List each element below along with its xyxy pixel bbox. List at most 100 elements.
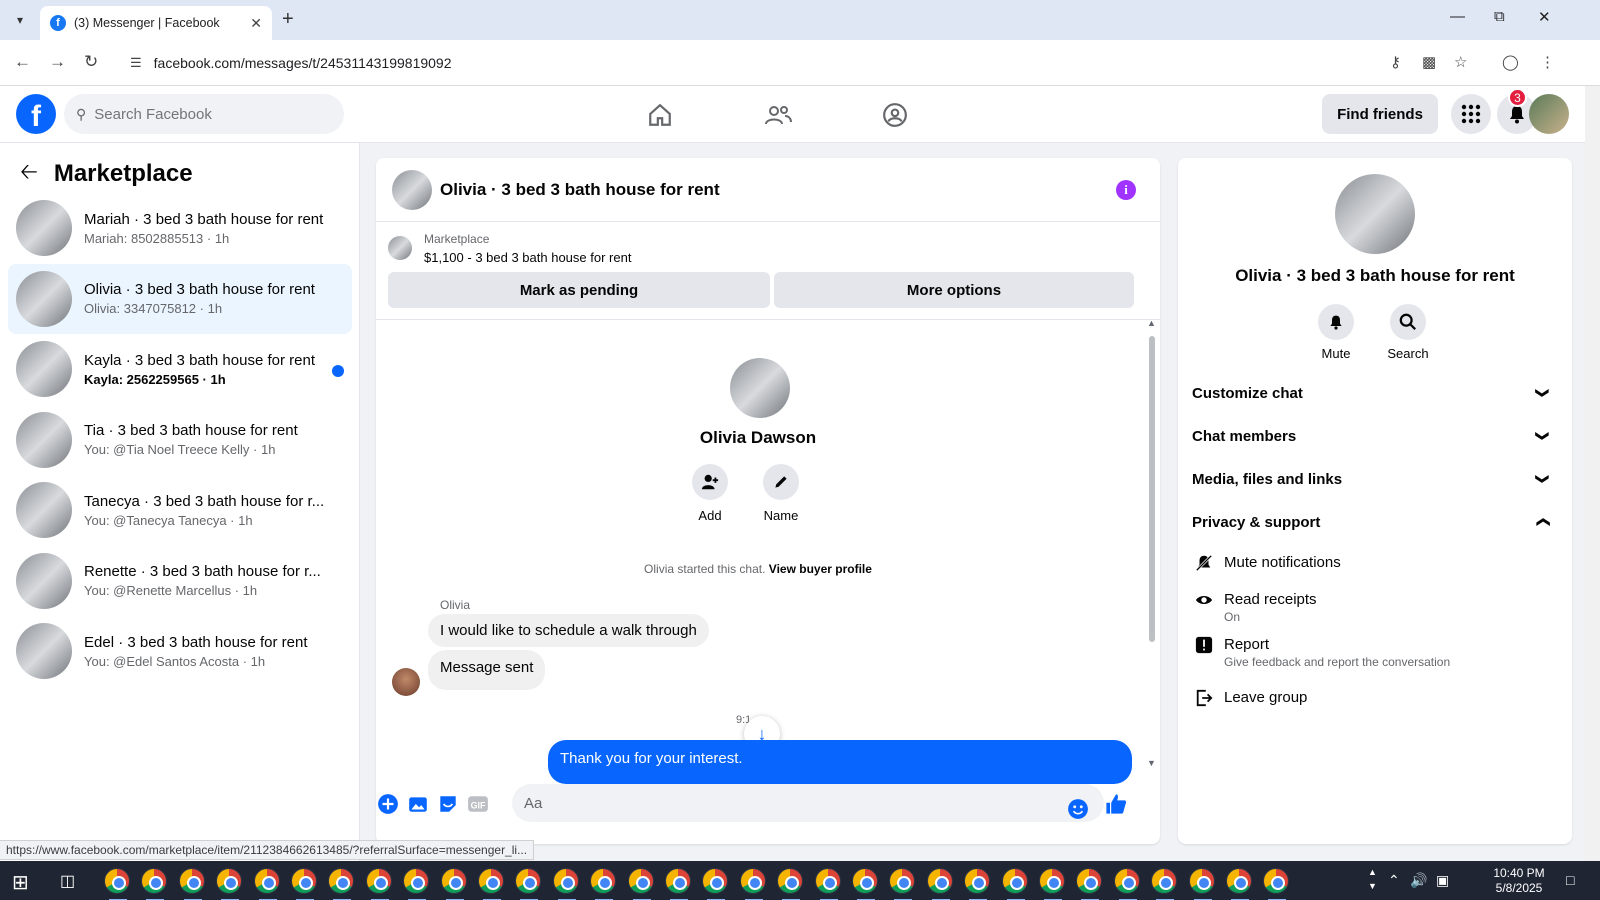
browser-tab[interactable]: f (3) Messenger | Facebook ✕: [40, 6, 272, 40]
section-chat-members[interactable]: Chat members ❯: [1192, 416, 1556, 456]
taskbar-chrome-icon[interactable]: [815, 868, 841, 900]
search-icon[interactable]: [1390, 304, 1426, 340]
chat-title[interactable]: Olivia · 3 bed 3 bath house for rent: [440, 180, 720, 200]
chat-scrollbar[interactable]: ▲ ▼: [1146, 318, 1158, 770]
thumbs-up-icon[interactable]: [1104, 792, 1128, 816]
notification-center-icon[interactable]: □: [1566, 872, 1574, 888]
emoji-icon[interactable]: [1066, 797, 1090, 821]
facebook-logo-icon[interactable]: f: [16, 94, 56, 134]
menu-grid-icon[interactable]: [1451, 94, 1491, 134]
taskbar-chrome-icon[interactable]: [553, 868, 579, 900]
conversation-item[interactable]: Kayla · 3 bed 3 bath house for rent Kayla…: [8, 334, 352, 404]
taskbar-chrome-icon[interactable]: [1151, 868, 1177, 900]
listing-thumbnail[interactable]: [388, 236, 412, 260]
plus-circle-icon[interactable]: [376, 792, 400, 816]
taskbar-chrome-icon[interactable]: [1002, 868, 1028, 900]
incoming-message[interactable]: I would like to schedule a walk through: [428, 614, 709, 647]
account-avatar[interactable]: [1529, 94, 1569, 134]
leave-group-item[interactable]: Leave group: [1192, 689, 1556, 712]
scroll-up-icon[interactable]: ▲: [1147, 318, 1156, 328]
back-arrow-icon[interactable]: 🡠: [20, 155, 38, 193]
mark-pending-button[interactable]: Mark as pending: [388, 272, 770, 308]
mute-bell-icon[interactable]: [1318, 304, 1354, 340]
taskbar-chrome-icon[interactable]: [740, 868, 766, 900]
taskbar-chrome-icon[interactable]: [1114, 868, 1140, 900]
sticker-icon[interactable]: [436, 792, 460, 816]
profile-icon[interactable]: ◯: [1502, 53, 1519, 71]
taskbar-chrome-icon[interactable]: [1226, 868, 1252, 900]
site-settings-icon[interactable]: ☰: [130, 55, 142, 71]
taskbar-chrome-icon[interactable]: [964, 868, 990, 900]
taskbar-chrome-icon[interactable]: [366, 868, 392, 900]
taskbar-chrome-icon[interactable]: [328, 868, 354, 900]
taskbar-chrome-icon[interactable]: [927, 868, 953, 900]
taskbar-chrome-icon[interactable]: [441, 868, 467, 900]
section-privacy-support[interactable]: Privacy & support ❯: [1192, 502, 1556, 542]
outgoing-message[interactable]: Thank you for your interest.: [548, 740, 1132, 784]
taskbar-chrome-icon[interactable]: [1263, 868, 1289, 900]
taskbar-chrome-icon[interactable]: [628, 868, 654, 900]
back-icon[interactable]: ←: [14, 52, 31, 72]
volume-icon[interactable]: 🔊: [1410, 872, 1427, 889]
taskbar-chrome-icon[interactable]: [179, 868, 205, 900]
reload-icon[interactable]: ↻: [84, 52, 98, 72]
network-icon[interactable]: ▣: [1436, 872, 1449, 889]
taskbar-chrome-icon[interactable]: [104, 868, 130, 900]
conversation-item[interactable]: Olivia · 3 bed 3 bath house for rent Oliv…: [8, 263, 352, 334]
show-hidden-icons-icon[interactable]: ⌃: [1388, 872, 1400, 889]
photo-icon[interactable]: [406, 792, 430, 816]
browser-menu-icon[interactable]: ⋮: [1540, 53, 1555, 71]
edit-name-icon[interactable]: [763, 464, 799, 500]
profile-avatar[interactable]: [730, 358, 790, 418]
install-app-icon[interactable]: ▩: [1422, 53, 1436, 71]
chat-avatar[interactable]: [392, 169, 432, 210]
conversation-item[interactable]: Edel · 3 bed 3 bath house for rent You: @…: [8, 616, 352, 686]
taskbar-chrome-icon[interactable]: [515, 868, 541, 900]
facebook-search[interactable]: ⚲: [64, 94, 344, 134]
taskbar-chrome-icon[interactable]: [291, 868, 317, 900]
address-bar[interactable]: ☰ facebook.com/messages/t/24531143199819…: [118, 46, 1458, 80]
listing-title[interactable]: $1,100 - 3 bed 3 bath house for rent: [424, 250, 631, 265]
taskbar-chrome-icon[interactable]: [403, 868, 429, 900]
conversation-item[interactable]: Tanecya · 3 bed 3 bath house for r... You…: [8, 475, 352, 545]
section-customize-chat[interactable]: Customize chat ❯: [1192, 373, 1556, 413]
taskbar-chrome-icon[interactable]: [1189, 868, 1215, 900]
password-key-icon[interactable]: ⚷: [1390, 53, 1401, 71]
tab-close-icon[interactable]: ✕: [250, 15, 262, 32]
conversation-item[interactable]: Mariah · 3 bed 3 bath house for rent Mari…: [8, 193, 352, 263]
taskbar-chrome-icon[interactable]: [852, 868, 878, 900]
section-media-files-links[interactable]: Media, files and links ❯: [1192, 459, 1556, 499]
find-friends-button[interactable]: Find friends: [1322, 94, 1438, 134]
taskbar-chrome-icon[interactable]: [889, 868, 915, 900]
taskbar-chrome-icon[interactable]: [590, 868, 616, 900]
sender-avatar[interactable]: [392, 668, 420, 696]
taskbar-chrome-icon[interactable]: [702, 868, 728, 900]
info-icon[interactable]: i: [1116, 180, 1136, 200]
taskbar-chrome-icon[interactable]: [478, 868, 504, 900]
incoming-message[interactable]: Message sent: [428, 650, 546, 690]
taskbar-chrome-icon[interactable]: [254, 868, 280, 900]
taskbar-chrome-icon[interactable]: [141, 868, 167, 900]
add-person-icon[interactable]: [692, 464, 728, 500]
scrollbar-thumb[interactable]: [1149, 336, 1155, 642]
taskbar-clock[interactable]: 10:40 PM 5/8/2025: [1484, 866, 1554, 896]
message-input[interactable]: [512, 784, 1104, 822]
windows-start-icon[interactable]: ⊞: [12, 870, 29, 895]
gif-icon[interactable]: GIF: [466, 792, 490, 816]
tab-search-icon[interactable]: ▾: [8, 8, 32, 32]
scroll-down-icon[interactable]: ▼: [1147, 758, 1156, 768]
info-avatar[interactable]: [1335, 174, 1415, 254]
view-buyer-profile-link[interactable]: View buyer profile: [769, 562, 872, 576]
taskbar-chrome-icon[interactable]: [1076, 868, 1102, 900]
read-receipts-item[interactable]: Read receipts On: [1192, 591, 1556, 624]
forward-icon[interactable]: →: [49, 52, 66, 72]
friends-icon[interactable]: [763, 100, 793, 130]
more-options-button[interactable]: More options: [774, 272, 1134, 308]
report-item[interactable]: Report Give feedback and report the conv…: [1192, 636, 1556, 669]
window-close-icon[interactable]: ✕: [1538, 8, 1551, 26]
taskbar-chrome-icon[interactable]: [665, 868, 691, 900]
taskbar-chrome-icon[interactable]: [777, 868, 803, 900]
groups-icon[interactable]: [880, 100, 910, 130]
taskbar-chrome-icon[interactable]: [1039, 868, 1065, 900]
page-scrollbar[interactable]: [1585, 86, 1600, 861]
